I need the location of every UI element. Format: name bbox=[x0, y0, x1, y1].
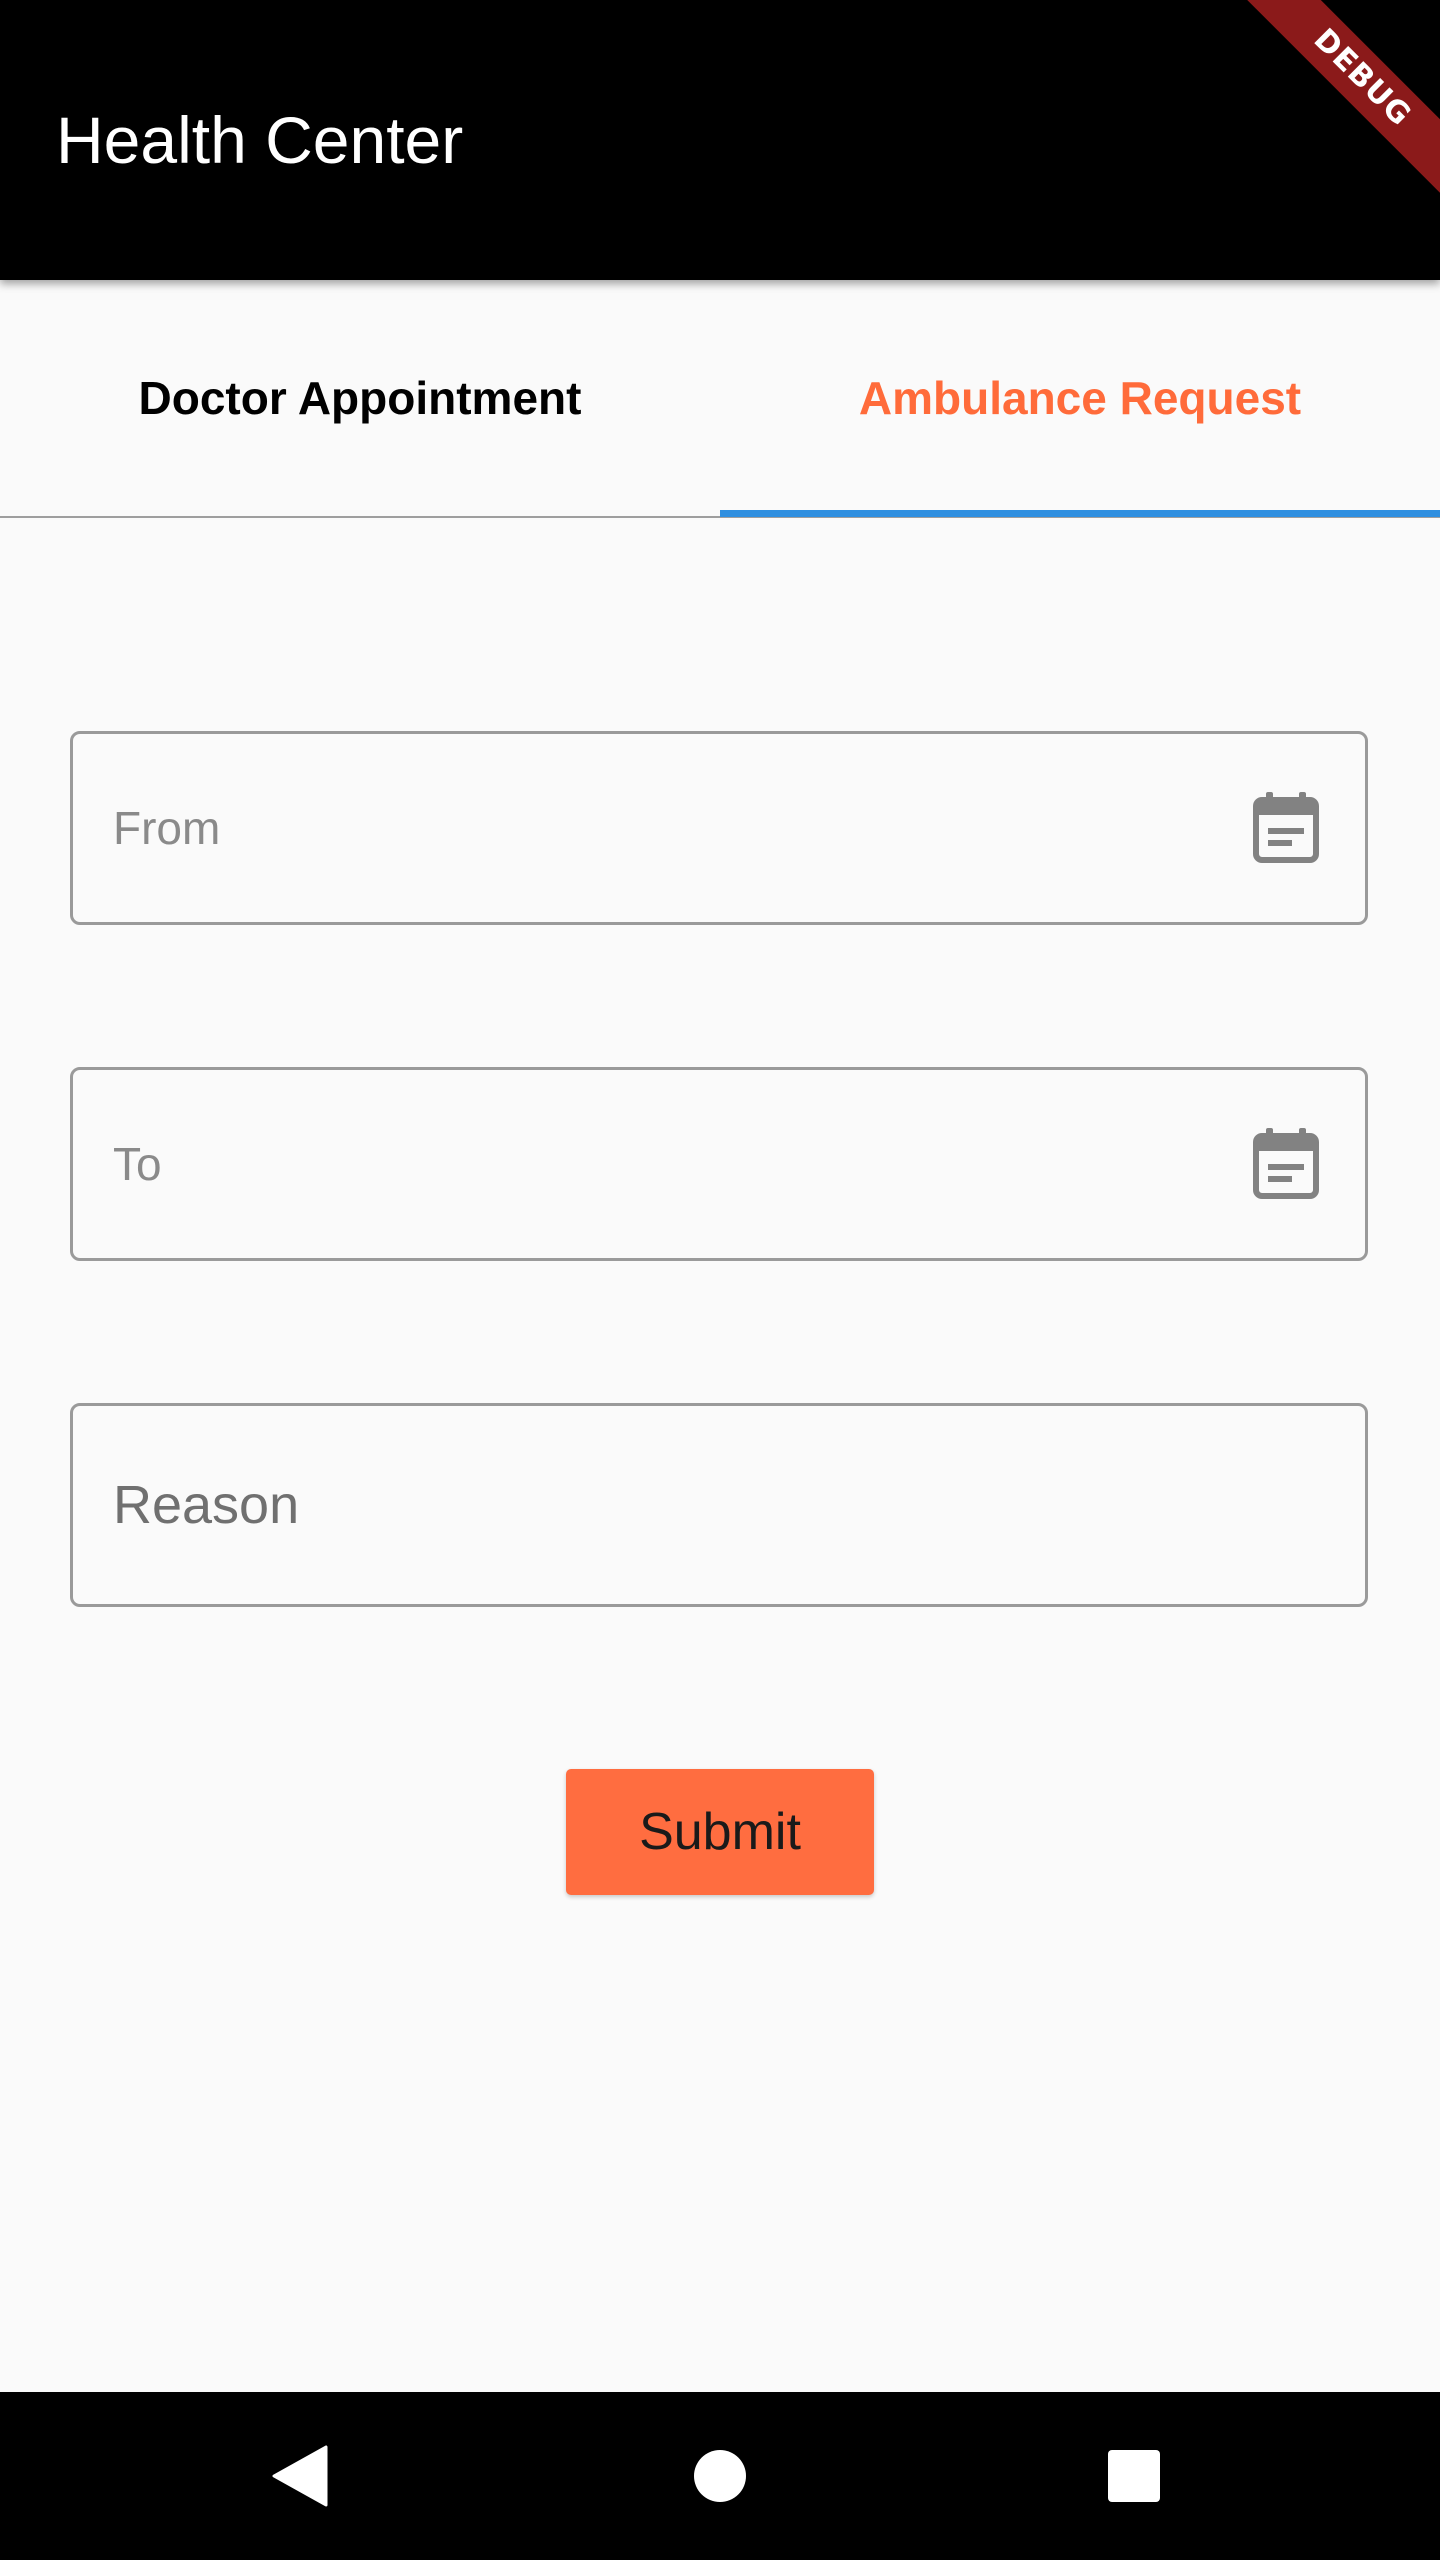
submit-button[interactable]: Submit bbox=[566, 1769, 874, 1895]
to-date-field[interactable]: To bbox=[70, 1067, 1368, 1261]
debug-banner: DEBUG bbox=[1237, 0, 1440, 203]
to-field-label: To bbox=[113, 1138, 162, 1190]
calendar-icon[interactable] bbox=[1253, 1128, 1319, 1200]
back-triangle-icon[interactable] bbox=[272, 2445, 328, 2507]
reason-field[interactable]: Reason bbox=[70, 1403, 1368, 1607]
system-nav-bar bbox=[0, 2392, 1440, 2560]
recents-square-icon[interactable] bbox=[1107, 2449, 1161, 2503]
from-date-field[interactable]: From bbox=[70, 731, 1368, 925]
reason-field-label: Reason bbox=[113, 1475, 300, 1535]
from-field-label: From bbox=[113, 802, 221, 854]
app-title: Health Center bbox=[56, 103, 464, 177]
home-circle-icon[interactable] bbox=[693, 2449, 747, 2503]
tab-selected-indicator bbox=[720, 510, 1440, 517]
app-bar: Health Center DEBUG bbox=[0, 0, 1440, 280]
tab-bar: Doctor Appointment Ambulance Request bbox=[0, 280, 1440, 518]
tab-doctor-appointment[interactable]: Doctor Appointment bbox=[0, 280, 720, 516]
calendar-icon[interactable] bbox=[1253, 792, 1319, 864]
tab-ambulance-request[interactable]: Ambulance Request bbox=[720, 280, 1440, 516]
